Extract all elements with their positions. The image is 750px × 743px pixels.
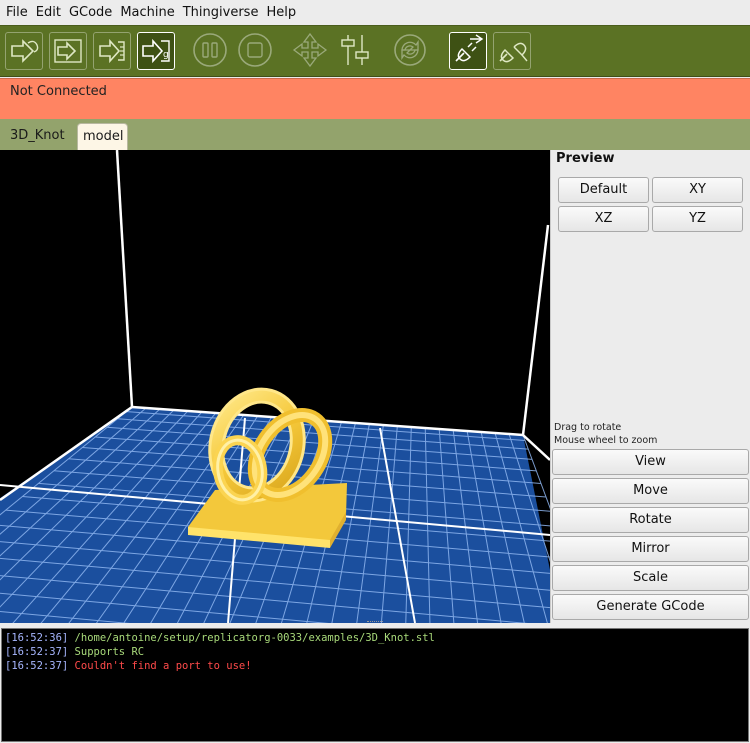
editor-tabs: 3D_Knot model (0, 119, 750, 150)
view-default-button[interactable]: Default (558, 177, 649, 203)
model-3d-viewport[interactable] (0, 150, 550, 623)
control-panel-button[interactable] (337, 32, 375, 70)
svg-text:g: g (163, 50, 169, 60)
menu-machine[interactable]: Machine (117, 0, 177, 25)
pause-button[interactable] (192, 32, 230, 70)
log-timestamp: [16:52:36] (5, 632, 69, 644)
upload-to-sd-button[interactable] (93, 32, 131, 70)
scale-button[interactable]: Scale (552, 565, 749, 591)
tab-3d-knot[interactable]: 3D_Knot (5, 123, 70, 150)
upload-to-sd-icon (99, 38, 125, 64)
log-timestamp: [16:52:37] (5, 646, 69, 658)
build-button[interactable] (5, 32, 43, 70)
log-message: /home/antoine/setup/replicatorg-0033/exa… (74, 632, 435, 644)
stop-icon (238, 33, 272, 67)
replicatorg-window: File Edit GCode Machine Thingiverse Help (0, 0, 750, 743)
log-message: Supports RC (74, 646, 145, 658)
preview-title: Preview (556, 151, 615, 166)
view-yz-button[interactable]: YZ (652, 206, 743, 232)
drag-rotate-hint: Drag to rotate (554, 422, 622, 433)
view-button[interactable]: View (552, 449, 749, 475)
pause-icon (193, 33, 227, 67)
log-line: [16:52:37] Supports RC (5, 645, 745, 659)
wheel-zoom-hint: Mouse wheel to zoom (554, 435, 658, 446)
build-icon (11, 39, 39, 63)
connection-status-bar: Not Connected (0, 78, 750, 119)
connection-status-text: Not Connected (10, 84, 107, 99)
menu-gcode[interactable]: GCode (66, 0, 115, 25)
tab-model[interactable]: model (77, 123, 128, 150)
connect-icon (455, 34, 484, 62)
preview-panel: Preview Default XY XZ YZ Drag to rotate … (550, 150, 750, 623)
menu-edit[interactable]: Edit (33, 0, 64, 25)
disconnect-icon (499, 42, 528, 63)
console-panel: [16:52:36] /home/antoine/setup/replicato… (0, 623, 750, 743)
main-toolbar: g (0, 25, 750, 77)
stop-button[interactable] (237, 32, 275, 70)
reset-button[interactable] (392, 32, 430, 70)
reset-icon (394, 34, 426, 66)
build-volume-scene (0, 150, 550, 623)
log-line: [16:52:37] Couldn't find a port to use! (5, 659, 745, 673)
generate-gcode-icon: g (142, 38, 170, 64)
view-xz-button[interactable]: XZ (558, 206, 649, 232)
build-to-file-icon (54, 39, 82, 63)
control-panel-icon (341, 35, 369, 65)
menu-help[interactable]: Help (263, 0, 299, 25)
disconnect-button[interactable] (493, 32, 531, 70)
jog-control-button[interactable] (292, 32, 330, 70)
move-button[interactable]: Move (552, 478, 749, 504)
connect-button[interactable] (449, 32, 487, 70)
generate-gcode-button[interactable]: g (137, 32, 175, 70)
generate-gcode-action-button[interactable]: Generate GCode (552, 594, 749, 620)
jog-control-icon (292, 32, 328, 68)
log-line: [16:52:36] /home/antoine/setup/replicato… (5, 631, 745, 645)
menu-file[interactable]: File (3, 0, 31, 25)
menu-bar: File Edit GCode Machine Thingiverse Help (0, 0, 750, 25)
mirror-button[interactable]: Mirror (552, 536, 749, 562)
build-to-file-button[interactable] (49, 32, 87, 70)
log-error-message: Couldn't find a port to use! (74, 660, 252, 672)
rotate-button[interactable]: Rotate (552, 507, 749, 533)
console-log[interactable]: [16:52:36] /home/antoine/setup/replicato… (1, 628, 749, 742)
log-timestamp: [16:52:37] (5, 660, 69, 672)
menu-thingiverse[interactable]: Thingiverse (180, 0, 262, 25)
view-xy-button[interactable]: XY (652, 177, 743, 203)
